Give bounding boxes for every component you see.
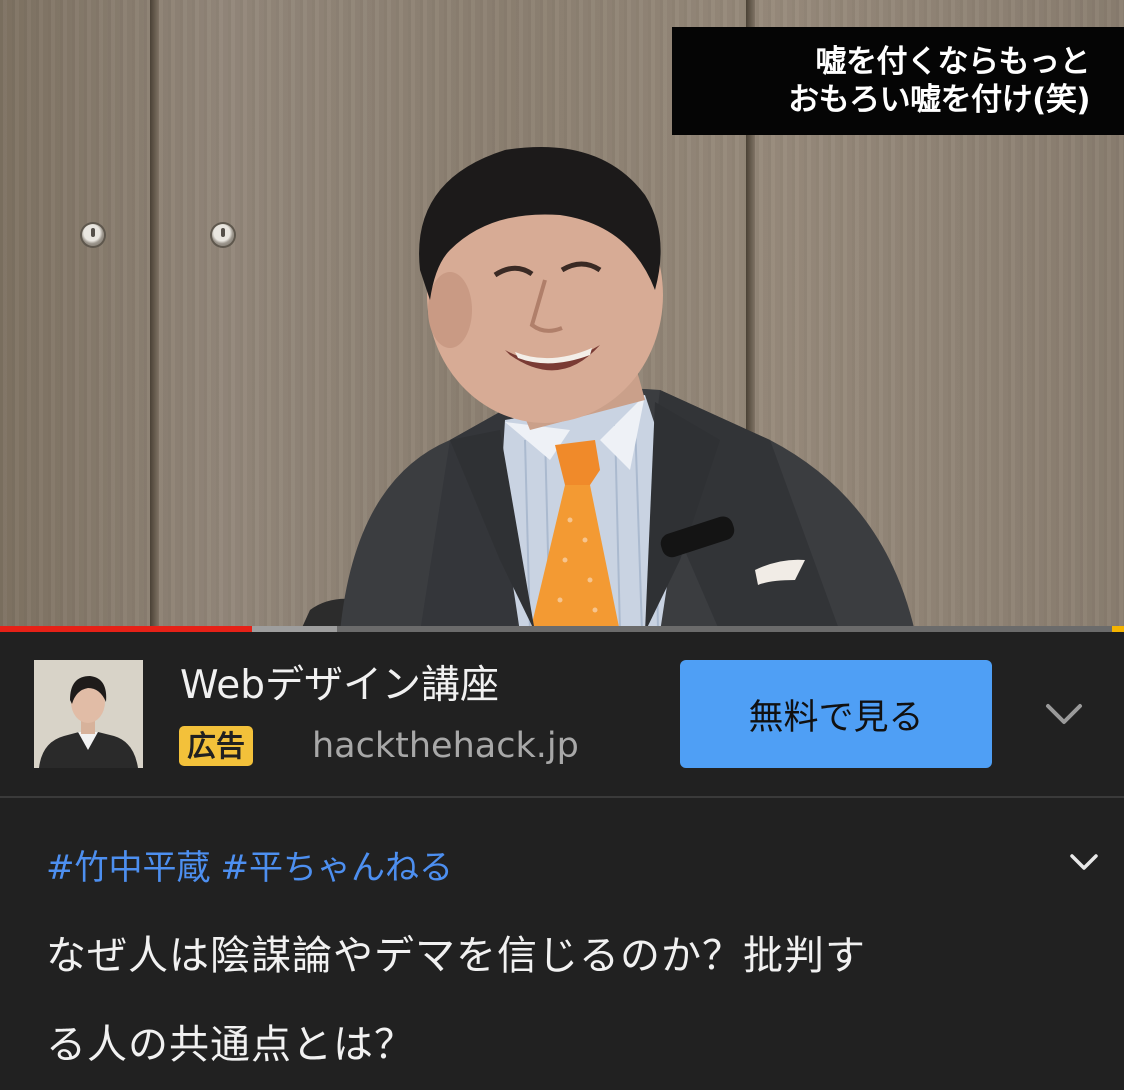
cta-button[interactable]: 無料で見る — [680, 660, 992, 768]
speaker-figure — [300, 147, 915, 632]
hashtag-link[interactable]: #竹中平蔵 — [46, 848, 211, 888]
video-title-line-2: る人の共通点とは？ — [46, 1022, 415, 1068]
cabinet-lock — [212, 224, 234, 246]
section-divider — [0, 796, 1124, 798]
video-title-line-1: なぜ人は陰謀論やデマを信じるのか？批判す — [46, 933, 866, 979]
cabinet-lock — [82, 224, 104, 246]
ad-thumbnail-image — [34, 660, 143, 768]
hashtag-row: #竹中平蔵 #平ちゃんねる — [46, 845, 463, 891]
chevron-down-icon[interactable] — [1066, 848, 1102, 876]
subtitle-caption: 嘘を付くならもっと おもろい嘘を付け(笑) — [672, 27, 1124, 135]
caption-line-1: 嘘を付くならもっと — [815, 44, 1091, 80]
ad-title[interactable]: Webデザイン講座 — [180, 662, 499, 710]
ad-domain[interactable]: hackthehack.jp — [312, 724, 579, 768]
cabinet-seam — [150, 0, 159, 632]
ad-badge: 広告 — [179, 726, 254, 766]
chevron-down-icon[interactable] — [1040, 698, 1088, 730]
video-title[interactable]: なぜ人は陰謀論やデマを信じるのか？批判す る人の共通点とは？ — [46, 912, 1056, 1090]
ad-banner[interactable]: Webデザイン講座 広告 hackthehack.jp 無料で見る — [0, 632, 1124, 796]
video-watch-screen: 嘘を付くならもっと おもろい嘘を付け(笑) Webデザイン講座 広告 hackt… — [0, 0, 1124, 1087]
hashtag-link[interactable]: #平ちゃんねる — [221, 848, 454, 888]
ad-thumbnail[interactable] — [34, 660, 143, 768]
caption-line-2: おもろい嘘を付け(笑) — [788, 82, 1090, 118]
video-player[interactable]: 嘘を付くならもっと おもろい嘘を付け(笑) — [0, 0, 1124, 632]
